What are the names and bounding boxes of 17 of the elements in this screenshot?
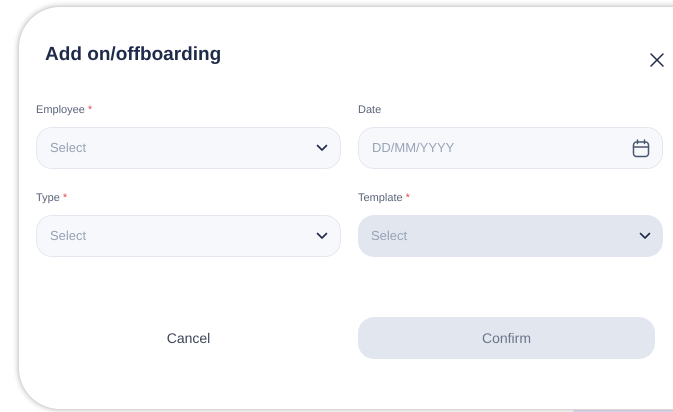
close-button[interactable] [648, 51, 666, 69]
field-label: Template [358, 190, 403, 206]
field-label: Employee [36, 102, 85, 118]
required-mark: * [406, 190, 410, 206]
field-label: Type [36, 190, 60, 206]
required-mark: * [62, 190, 68, 206]
field-label: Date [358, 102, 382, 118]
date-field[interactable]: DD/MM/YYYY [358, 127, 663, 169]
calendar-icon [632, 138, 650, 158]
chevron-down-icon [316, 232, 328, 240]
cancel-button[interactable]: Cancel [36, 317, 341, 359]
required-mark: * [88, 102, 92, 118]
chevron-down-icon [316, 144, 328, 152]
dialog-title: Add on/offboarding [45, 43, 222, 67]
select-field[interactable]: Select [36, 215, 341, 257]
select-field[interactable]: Select [36, 127, 341, 169]
chevron-down-icon [639, 232, 651, 240]
